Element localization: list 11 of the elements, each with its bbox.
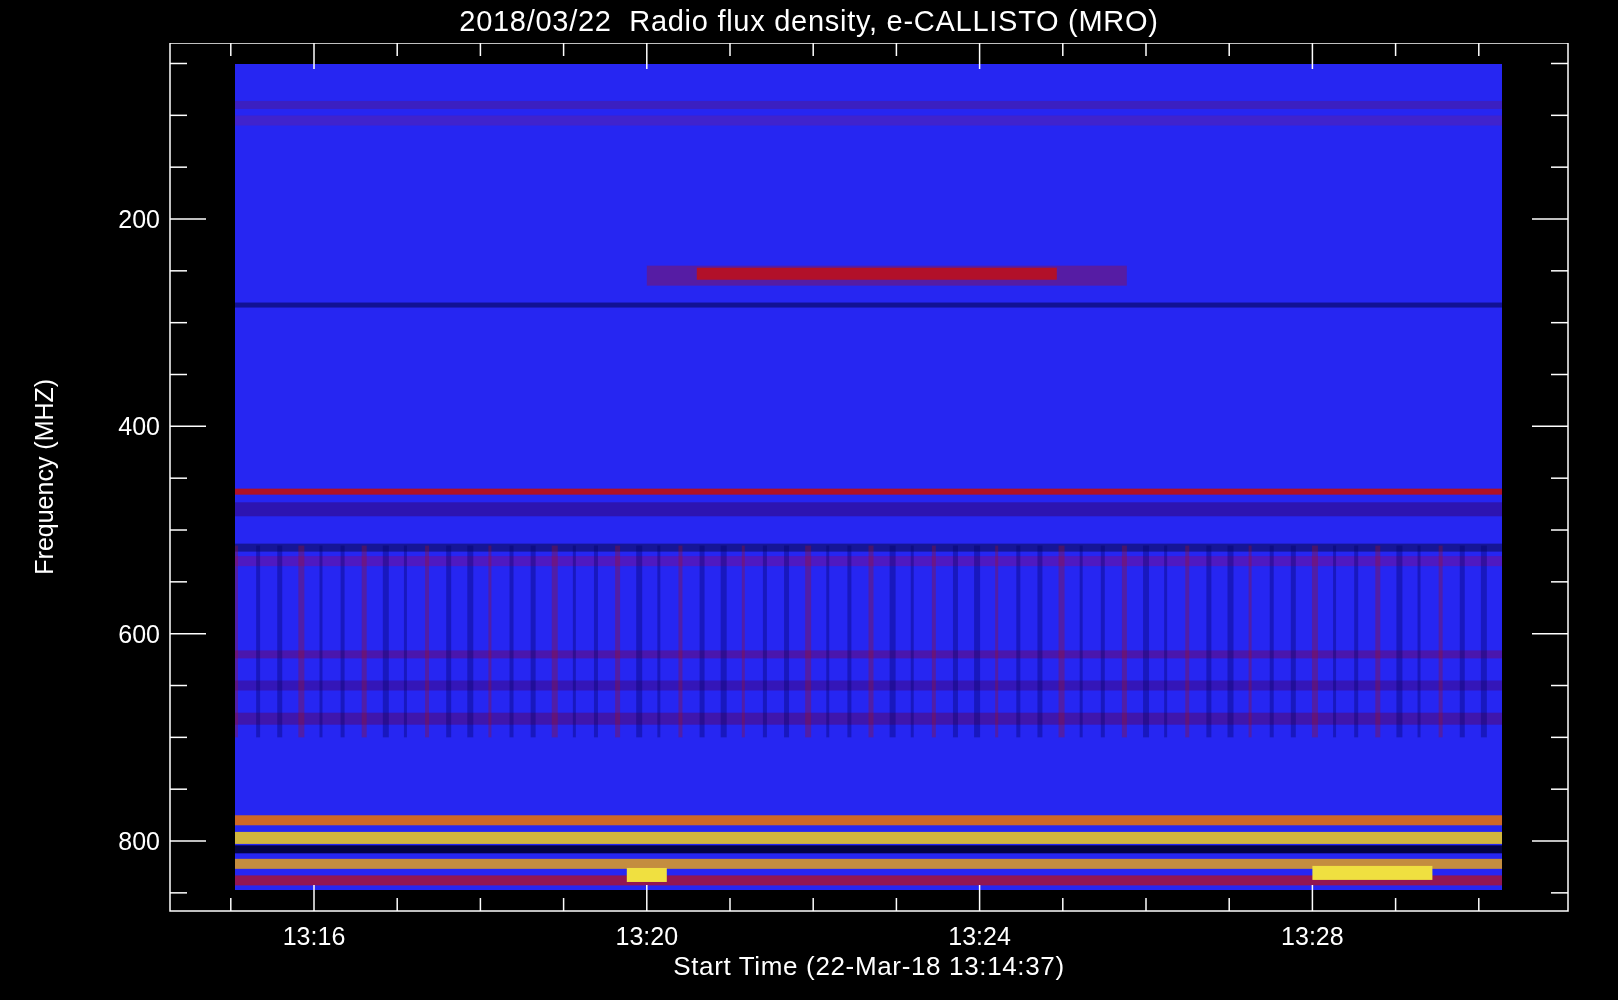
tick-label: 13:28 xyxy=(1281,922,1344,950)
plot-title: 2018/03/22 Radio flux density, e-CALLISTO (MRO) xyxy=(459,3,1159,39)
axis-label: Start Time (22-Mar-18 13:14:37) xyxy=(673,950,1065,983)
axis-label: Frequency (MHZ) xyxy=(29,379,60,575)
tick-label: 400 xyxy=(118,412,160,441)
tick-label: 13:16 xyxy=(282,922,346,950)
tick-label: 600 xyxy=(118,619,160,648)
tick-label: 13:24 xyxy=(948,922,1011,950)
tick-label: 200 xyxy=(118,205,160,233)
tick-label: 800 xyxy=(118,827,160,855)
tick-label: 13:20 xyxy=(615,922,679,950)
